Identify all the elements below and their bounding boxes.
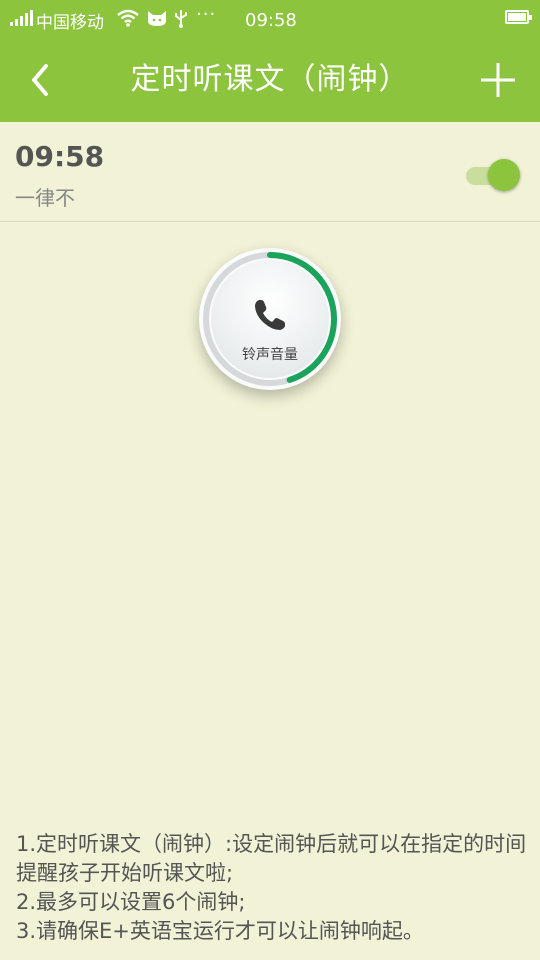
battery-icon — [505, 10, 532, 24]
plus-icon[interactable] — [478, 60, 518, 100]
status-bar: 中国移动 ··· 09:58 — [0, 0, 540, 38]
alarm-toggle[interactable] — [466, 158, 520, 194]
alarm-repeat: 一律不 — [15, 186, 75, 210]
signal-icon — [10, 10, 33, 26]
cat-icon — [148, 11, 166, 26]
status-time: 09:58 — [245, 10, 297, 31]
phone-icon — [255, 300, 285, 330]
instructions: 1.定时听课文（闹钟）:设定闹钟后就可以在指定的时间提醒孩子开始听课文啦; 2.… — [16, 830, 528, 946]
carrier-name: 中国移动 — [36, 13, 104, 33]
ringtone-volume-dial[interactable]: 铃声音量 — [199, 248, 341, 390]
toggle-knob — [488, 159, 520, 191]
usb-icon — [175, 10, 187, 28]
instruction-line-2: 2.最多可以设置6个闹钟; — [16, 890, 246, 914]
title-bar: 定时听课文（闹钟） — [0, 38, 540, 122]
page-title: 定时听课文（闹钟） — [130, 62, 410, 97]
alarm-item[interactable]: 09:58 一律不 — [0, 122, 540, 222]
volume-label: 铃声音量 — [242, 347, 298, 363]
instruction-line-3: 3.请确保E+英语宝运行才可以让闹钟响起。 — [16, 919, 424, 943]
more-notifications: ··· — [196, 4, 217, 25]
alarm-time: 09:58 — [15, 140, 105, 173]
chevron-left-icon[interactable] — [22, 58, 62, 102]
instruction-line-1: 1.定时听课文（闹钟）:设定闹钟后就可以在指定的时间提醒孩子开始听课文啦; — [16, 832, 527, 885]
wifi-icon — [117, 9, 139, 27]
